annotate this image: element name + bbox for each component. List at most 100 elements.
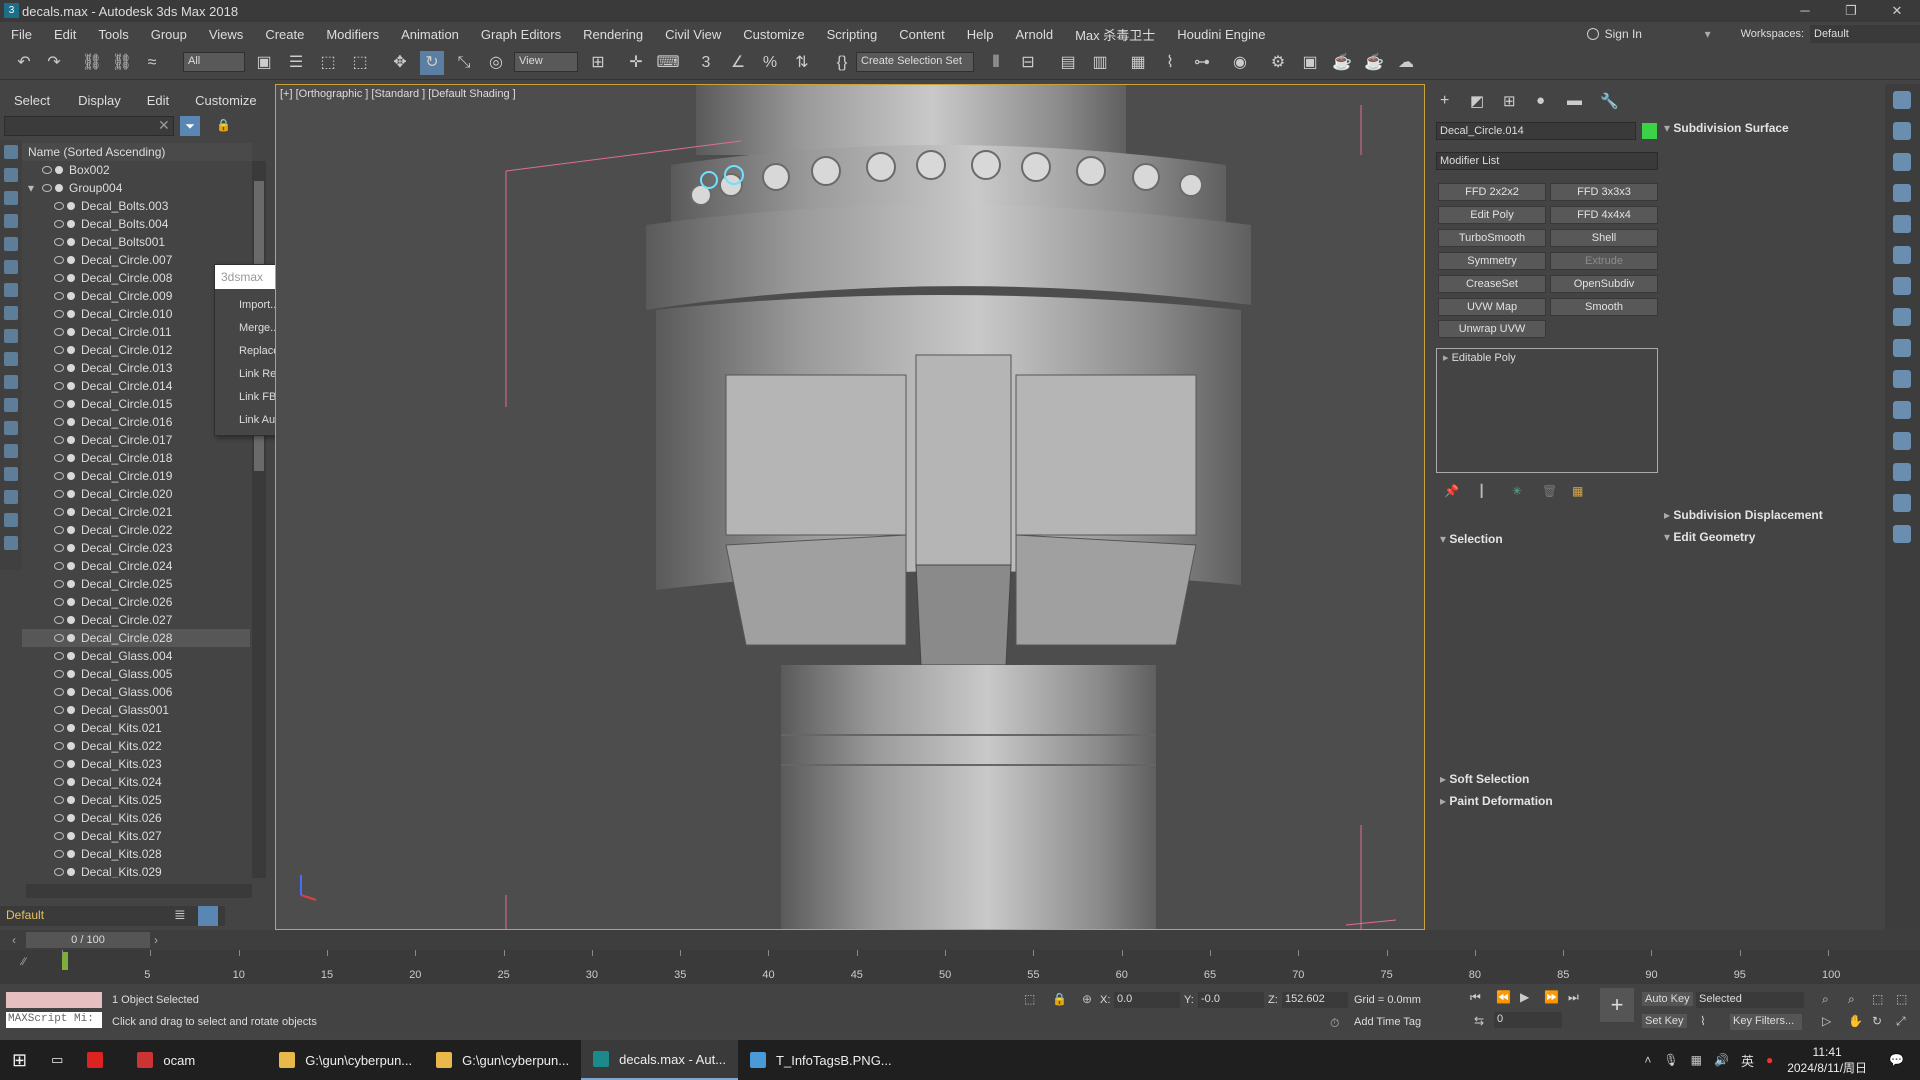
selection-filter-select[interactable]: All — [183, 52, 245, 72]
key-mode-select[interactable]: Selected — [1696, 992, 1804, 1008]
tab-display[interactable]: Display — [78, 93, 121, 108]
workspace-select[interactable]: Default — [1810, 25, 1920, 43]
menu-graph-editors[interactable]: Graph Editors — [470, 27, 572, 42]
stack-item-editable-poly[interactable]: ▸ Editable Poly — [1437, 349, 1657, 366]
taskbar-explorer-2[interactable]: G:\gun\cyberpun... — [424, 1040, 581, 1080]
visibility-eye-icon[interactable] — [54, 328, 64, 336]
display-geometry-icon[interactable] — [4, 145, 18, 159]
clock[interactable]: 11:41 2024/8/11/周日 — [1787, 1045, 1867, 1076]
menu-create[interactable]: Create — [254, 27, 315, 42]
key-filters-button[interactable]: Key Filters... — [1730, 1014, 1802, 1030]
key-tangent-icon[interactable]: ⌇ — [1700, 1014, 1706, 1028]
display-xrefs-icon[interactable] — [4, 306, 18, 320]
goto-start-icon[interactable]: ⏮ — [1470, 990, 1481, 1005]
sphere-tool-icon[interactable] — [1893, 339, 1911, 357]
visibility-eye-icon[interactable] — [54, 796, 64, 804]
visibility-eye-icon[interactable] — [54, 256, 64, 264]
object-color-swatch[interactable] — [1642, 123, 1657, 139]
list-item[interactable]: Decal_Kits.022 — [22, 737, 250, 755]
rollout-soft-selection[interactable]: Soft Selection — [1440, 772, 1529, 790]
visibility-eye-icon[interactable] — [54, 202, 64, 210]
layer-select[interactable]: Default — [0, 906, 225, 926]
sync-selection-icon[interactable] — [4, 490, 18, 504]
display-helpers-icon[interactable] — [4, 237, 18, 251]
sign-in-button[interactable]: Sign In — [1605, 27, 1705, 41]
angle-snap-icon[interactable]: ∠ — [726, 51, 750, 75]
folder-icon[interactable] — [4, 536, 18, 550]
list-item[interactable]: Decal_Kits.025 — [22, 791, 250, 809]
list-item[interactable]: Decal_Kits.029 — [22, 863, 250, 878]
edit-named-selection-icon[interactable]: {} — [830, 51, 854, 75]
visibility-eye-icon[interactable] — [54, 346, 64, 354]
visibility-eye-icon[interactable] — [54, 364, 64, 372]
render-setup-icon[interactable]: ⚙ — [1266, 51, 1290, 75]
list-item[interactable]: Decal_Circle.022 — [22, 521, 250, 539]
taskbar-explorer-1[interactable]: G:\gun\cyberpun... — [267, 1040, 424, 1080]
list-item[interactable]: ▾ Group004 — [22, 179, 250, 197]
rect-selection-icon[interactable]: ⬚ — [316, 51, 340, 75]
set-key-button[interactable]: Set Key — [1642, 1014, 1687, 1028]
menu-file[interactable]: File — [0, 27, 43, 42]
curve-editor-icon[interactable]: ⌇ — [1158, 51, 1182, 75]
netease-icon[interactable] — [75, 1040, 125, 1080]
list-item[interactable]: Box002 — [22, 161, 250, 179]
visibility-eye-icon[interactable] — [54, 814, 64, 822]
layers-icon[interactable]: ≣ — [174, 906, 186, 923]
orbit-icon[interactable]: ↻ — [1872, 1014, 1882, 1028]
material-editor-icon[interactable]: ◉ — [1228, 51, 1252, 75]
visibility-eye-icon[interactable] — [54, 688, 64, 696]
menu-animation[interactable]: Animation — [390, 27, 470, 42]
next-frame-icon[interactable]: › — [154, 933, 158, 947]
chevron-up-icon[interactable]: ˄ — [1644, 1053, 1651, 1067]
scene-list-hscrollbar[interactable] — [26, 884, 252, 898]
visibility-eye-icon[interactable] — [54, 634, 64, 642]
close-icon[interactable]: ✕ — [1874, 0, 1920, 22]
extrude-button[interactable]: Extrude — [1550, 252, 1658, 270]
network-icon[interactable]: ▦ — [1691, 1053, 1702, 1067]
visibility-eye-icon[interactable] — [42, 184, 52, 192]
microphone-icon[interactable]: 🎙 — [1663, 1053, 1678, 1067]
visibility-eye-icon[interactable] — [54, 238, 64, 246]
display-cameras-icon[interactable] — [4, 214, 18, 228]
display-all-icon[interactable] — [4, 421, 18, 435]
tab-edit[interactable]: Edit — [147, 93, 169, 108]
render-cloud-icon[interactable]: ☁ — [1394, 51, 1418, 75]
placement-icon[interactable]: ◎ — [484, 51, 508, 75]
menu-rendering[interactable]: Rendering — [572, 27, 654, 42]
grid-tool-icon[interactable] — [1893, 370, 1911, 388]
rollout-edit-geometry[interactable]: Edit Geometry — [1664, 530, 1755, 548]
camera-icon[interactable] — [1893, 153, 1911, 171]
visibility-eye-icon[interactable] — [54, 400, 64, 408]
maximize-icon[interactable]: ❐ — [1828, 0, 1874, 22]
visibility-eye-icon[interactable] — [54, 724, 64, 732]
window-crossing-icon[interactable]: ⬚ — [348, 51, 372, 75]
list-item[interactable]: Decal_Circle.018 — [22, 449, 250, 467]
list-item[interactable]: Decal_Circle.023 — [22, 539, 250, 557]
visibility-eye-icon[interactable] — [54, 274, 64, 282]
auto-key-button[interactable]: Auto Key — [1642, 992, 1693, 1006]
visibility-eye-icon[interactable] — [54, 454, 64, 462]
shell-button[interactable]: Shell — [1550, 229, 1658, 247]
list-item[interactable]: Decal_Bolts.004 — [22, 215, 250, 233]
next-key-icon[interactable]: ⏩ — [1544, 990, 1559, 1004]
render-icon[interactable]: ☕ — [1330, 51, 1354, 75]
zoom-extents-all-icon[interactable]: ⬚ — [1896, 992, 1907, 1006]
prev-frame-icon[interactable]: ‹ — [12, 933, 16, 947]
display-bones-icon[interactable] — [4, 329, 18, 343]
zoom-all-icon[interactable]: ⌕ — [1848, 992, 1855, 1007]
redo-icon[interactable]: ↷ — [42, 51, 66, 75]
list-item[interactable]: Decal_Circle.019 — [22, 467, 250, 485]
render-tool-icon[interactable] — [1893, 463, 1911, 481]
menu-views[interactable]: Views — [198, 27, 254, 42]
schematic-view-icon[interactable]: ⊶ — [1190, 51, 1214, 75]
visibility-eye-icon[interactable] — [54, 580, 64, 588]
unlink-icon[interactable]: ⛓ — [110, 51, 134, 75]
frame-indicator[interactable]: 0 / 100 — [26, 932, 150, 948]
ffd-3x3x3-button[interactable]: FFD 3x3x3 — [1550, 183, 1658, 201]
visibility-eye-icon[interactable] — [54, 652, 64, 660]
bind-space-warp-icon[interactable]: ≈ — [140, 51, 164, 75]
y-coordinate-field[interactable]: -0.0 — [1198, 992, 1264, 1008]
scene-explorer-toggle-icon[interactable] — [198, 906, 218, 926]
list-item[interactable]: Decal_Glass.005 — [22, 665, 250, 683]
x-coordinate-field[interactable]: 0.0 — [1114, 992, 1180, 1008]
